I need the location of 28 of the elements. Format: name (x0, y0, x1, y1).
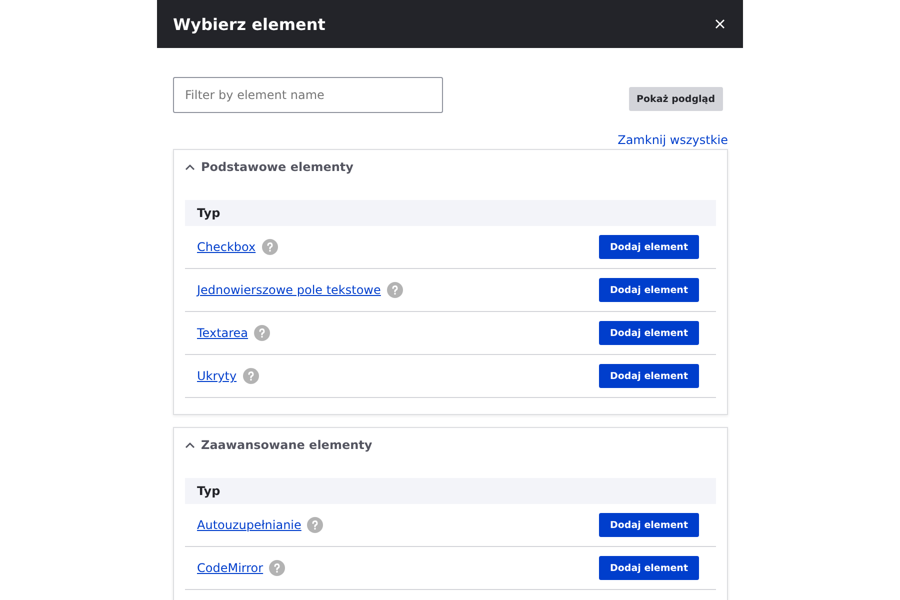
table-header: Typ (185, 478, 716, 504)
element-link[interactable]: Ukryty (197, 369, 237, 383)
element-link[interactable]: Jednowierszowe pole tekstowe (197, 283, 381, 297)
help-icon[interactable] (254, 325, 270, 341)
add-element-button[interactable]: Dodaj element (599, 321, 699, 345)
add-element-button[interactable]: Dodaj element (599, 235, 699, 259)
help-icon[interactable] (269, 560, 286, 576)
element-link[interactable]: Autouzupełnianie (197, 518, 302, 532)
element-link[interactable]: Textarea (197, 326, 248, 340)
add-element-button[interactable]: Dodaj element (599, 513, 699, 537)
collapse-all-link[interactable]: Zamknij wszystkie (618, 133, 728, 147)
element-link[interactable]: CodeMirror (197, 561, 264, 575)
section-header[interactable]: Podstawowe elementy (185, 150, 354, 186)
add-element-button[interactable]: Dodaj element (599, 364, 699, 388)
help-icon[interactable] (386, 282, 403, 298)
chevron-icon (185, 442, 195, 448)
add-element-button[interactable]: Dodaj element (599, 278, 699, 302)
dialog-title: Wybierz element (173, 14, 326, 34)
table-header: Typ (185, 200, 716, 226)
help-icon[interactable] (242, 368, 259, 384)
chevron-icon (185, 164, 195, 170)
filter-field[interactable]: Filter by element name (173, 77, 443, 113)
help-icon[interactable] (262, 239, 278, 255)
section-header[interactable]: Zaawansowane elementy (185, 428, 372, 464)
element-link[interactable]: Checkbox (197, 240, 256, 254)
add-element-button[interactable]: Dodaj element (599, 556, 699, 580)
help-icon[interactable] (307, 517, 324, 533)
preview-button[interactable]: Pokaż podgląd (628, 87, 723, 111)
